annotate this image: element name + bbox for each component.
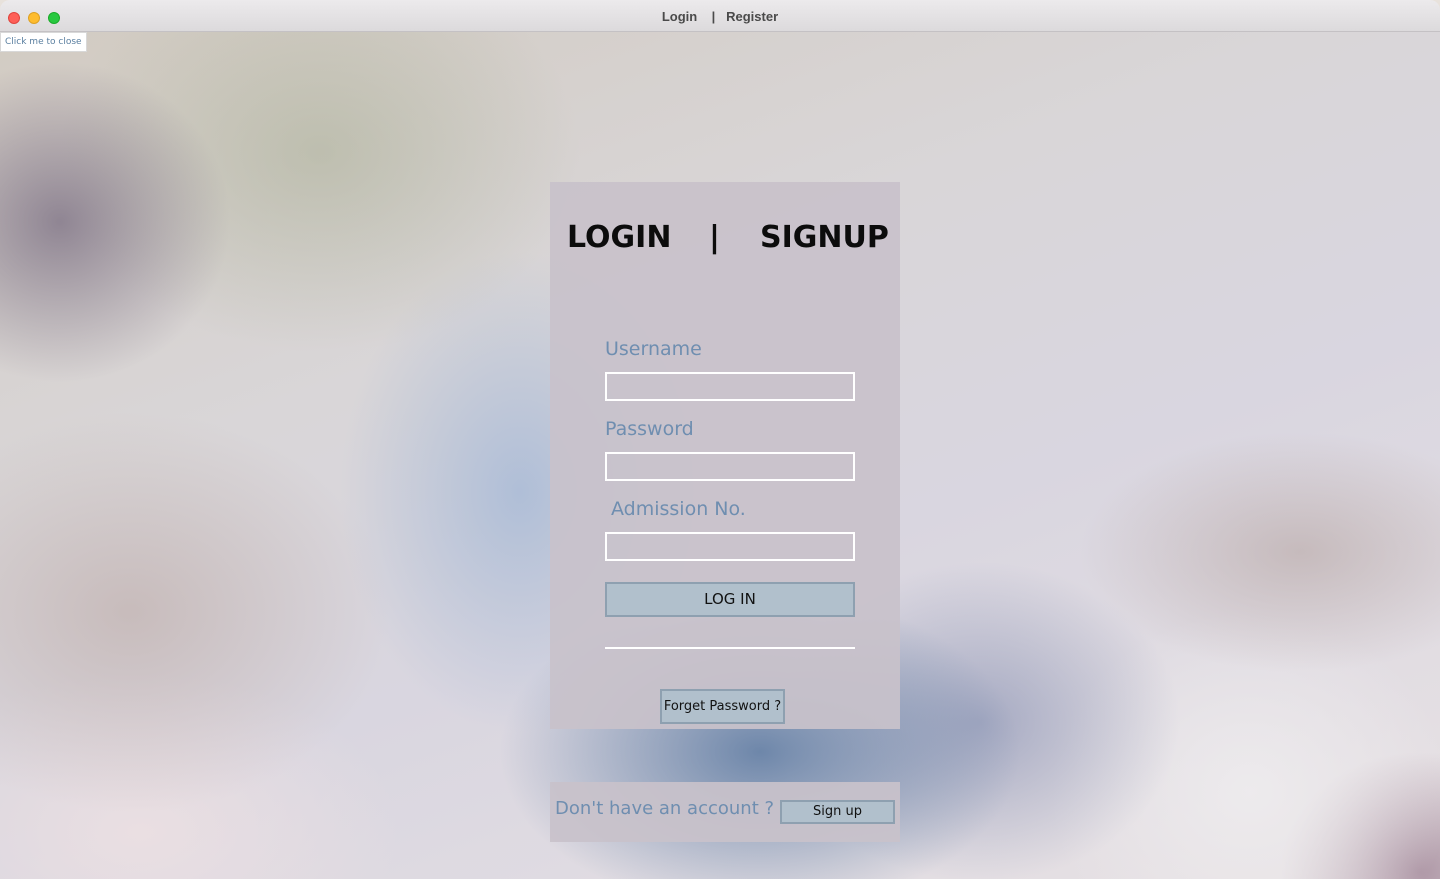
divider <box>605 647 855 649</box>
close-tooltip[interactable]: Click me to close <box>0 32 87 52</box>
heading-separator: | <box>709 220 720 255</box>
no-account-prompt: Don't have an account ? <box>555 798 775 819</box>
admission-number-label: Admission No. <box>611 498 746 520</box>
username-label: Username <box>605 338 702 360</box>
password-input[interactable] <box>605 452 855 481</box>
heading-login[interactable]: LOGIN <box>567 220 671 256</box>
signup-card: Don't have an account ? Sign up <box>550 782 900 842</box>
admission-number-input[interactable] <box>605 532 855 561</box>
window-content: Click me to close LOGIN | SIGNUP Usernam… <box>0 32 1440 879</box>
forget-password-button[interactable]: Forget Password ? <box>660 689 785 724</box>
window-title: Login | Register <box>661 9 779 24</box>
password-label: Password <box>605 418 694 440</box>
login-signup-heading: LOGIN | SIGNUP <box>550 220 900 256</box>
heading-signup[interactable]: SIGNUP <box>760 220 889 256</box>
username-input[interactable] <box>605 372 855 401</box>
login-button[interactable]: LOG IN <box>605 582 855 617</box>
login-card: LOGIN | SIGNUP Username Password Admissi… <box>550 182 900 729</box>
sign-up-button[interactable]: Sign up <box>780 800 895 824</box>
title-bar: Login | Register <box>0 0 1440 32</box>
app-window: Login | Register Click me to close LOGIN… <box>0 0 1440 879</box>
